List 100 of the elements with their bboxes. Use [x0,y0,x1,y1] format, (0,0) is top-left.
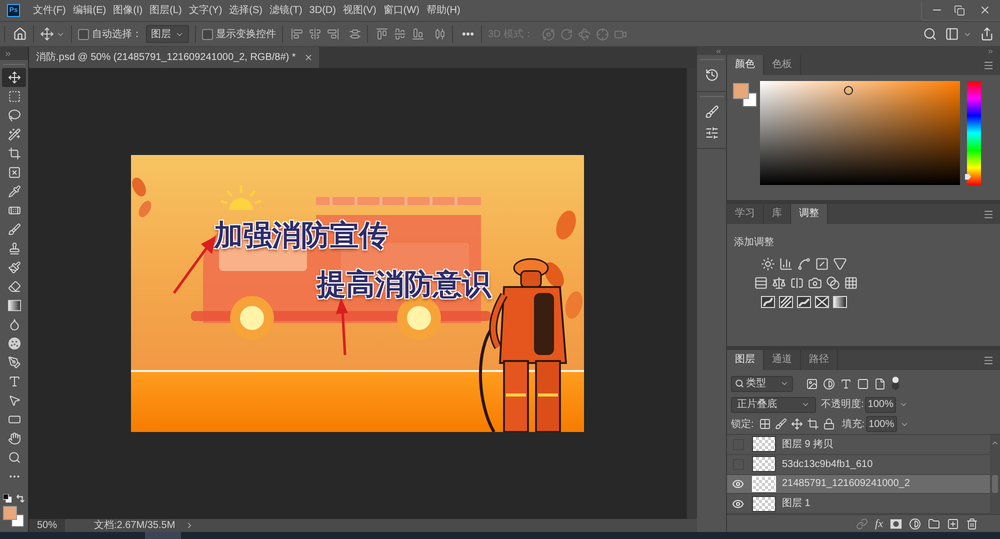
sun-icon[interactable] [761,257,775,271]
vertical-scrollbar[interactable] [686,68,697,519]
workspace-icon[interactable] [945,27,959,41]
move-icon[interactable] [790,418,803,430]
curve-square-icon[interactable] [761,295,775,309]
half-circle-icon[interactable] [823,378,835,390]
caret-icon[interactable] [899,400,908,409]
move-icon[interactable] [40,27,54,41]
layer-row[interactable]: 21485791_121609241000_2 [727,474,990,494]
menu-item[interactable]: 文字(Y) [188,3,224,18]
menu-item[interactable]: 文件(F) [32,3,67,18]
menu-item[interactable]: 视图(V) [342,3,378,18]
bar-chart-icon[interactable] [779,257,793,271]
align-middle-icon[interactable] [394,28,406,40]
brush-icon[interactable] [774,418,787,430]
crop-icon[interactable] [806,418,819,430]
sliders-icon[interactable] [704,126,718,140]
align-bottom-icon[interactable] [412,28,424,40]
crop-icon [8,147,20,160]
pipette-icon [8,185,20,198]
menu-item[interactable]: 帮助(H) [425,3,462,18]
half-circle-icon[interactable] [909,518,921,530]
align-right-icon[interactable] [327,28,339,40]
panel-menu-icon[interactable] [983,208,994,220]
rows-icon[interactable] [754,276,768,290]
grid-icon[interactable] [844,276,858,290]
brush-icon[interactable] [704,105,718,119]
transform-controls-checkbox[interactable] [202,28,213,40]
align-center-icon[interactable] [309,28,321,40]
color-swatch-pair-icon[interactable] [3,506,24,527]
scale-icon[interactable] [772,276,786,290]
panel-tab[interactable]: 调整 [791,204,828,224]
share-icon[interactable] [980,27,994,41]
lock-icon[interactable] [822,418,835,430]
close-icon[interactable] [304,53,313,62]
slashed-square-icon[interactable] [815,257,829,271]
fill-field[interactable]: 100% [866,416,898,432]
striped-square-icon[interactable] [779,295,793,309]
split-square-icon[interactable] [790,276,804,290]
menu-item[interactable]: 窗口(W) [382,3,420,18]
default-colors-icon[interactable] [3,494,12,503]
menu-item[interactable]: 图像(I) [112,3,144,18]
auto-select-checkbox[interactable] [78,28,89,40]
distribute-icon[interactable] [434,28,446,40]
align-top-icon[interactable] [376,28,388,40]
layer-scrollbar[interactable] [990,435,1000,514]
expand-arrows-icon[interactable] [4,50,12,58]
history-icon[interactable] [704,68,718,82]
menu-item[interactable]: 3D(D) [308,3,337,18]
eye-icon[interactable] [732,498,744,510]
menu-item[interactable]: 图层(L) [148,3,183,18]
distribute-icon[interactable] [349,28,361,40]
image-icon[interactable] [806,378,818,390]
opacity-field[interactable]: 100% [864,396,896,412]
eye-icon[interactable] [732,478,744,490]
align-left-icon[interactable] [291,28,303,40]
layer-filter-dropdown[interactable]: 类型 [731,376,793,392]
scrollbar-thumb[interactable] [992,475,998,493]
checker-icon[interactable] [758,418,771,430]
overlapping-circles-icon[interactable] [826,276,840,290]
gradient-square-icon[interactable] [833,295,847,309]
collapse-arrows-icon[interactable] [715,48,722,54]
effects-button[interactable]: fx [875,518,883,530]
color-picker-handle[interactable] [844,86,853,95]
tool-button[interactable] [2,68,26,87]
color-field[interactable] [760,81,960,185]
trash-icon[interactable] [966,518,978,530]
triangle-icon[interactable] [833,257,847,271]
step-square-icon[interactable] [797,295,811,309]
expand-arrows-icon[interactable] [987,48,994,54]
camera-icon[interactable] [808,276,822,290]
crossed-square-icon[interactable] [815,295,829,309]
blend-mode-dropdown[interactable]: 正片叠底 [731,396,816,412]
toggle-icon[interactable] [891,376,900,391]
close-icon[interactable] [979,4,991,16]
restore-icon[interactable] [954,4,964,16]
panel-tab[interactable]: 颜色 [727,55,764,75]
document-tab[interactable]: 消防.psd @ 50% (21485791_121609241000_2, RGB/8#) * [29,47,319,68]
square-icon[interactable] [857,378,869,390]
panel-menu-icon[interactable] [983,60,994,70]
file-icon[interactable] [874,378,886,390]
auto-select-target-dropdown[interactable]: 图层 [146,25,189,43]
home-icon[interactable] [13,27,27,41]
search-icon[interactable] [923,27,937,41]
panel-tab[interactable]: 图层 [727,350,764,370]
curve-icon[interactable] [797,257,811,271]
new-layer-icon[interactable] [947,518,959,530]
folder-icon[interactable] [928,518,940,530]
zoom-level[interactable]: 50% [29,519,65,532]
layer-row[interactable]: 图层 1 [727,494,990,514]
color-swatch-pair-icon[interactable] [733,83,757,107]
menu-item[interactable]: 滤镜(T) [268,3,304,18]
swap-arrows-icon[interactable] [16,494,25,503]
masked-square-icon[interactable] [890,518,902,530]
layer-row[interactable]: 图层 9 拷贝 [727,435,990,455]
panel-menu-icon[interactable] [983,354,994,366]
menu-item[interactable]: 选择(S) [228,3,264,18]
menu-item[interactable]: 编辑(E) [72,3,108,18]
type-icon[interactable] [840,378,852,390]
layer-row[interactable]: 53dc13c9b4fb1_610 [727,454,990,474]
